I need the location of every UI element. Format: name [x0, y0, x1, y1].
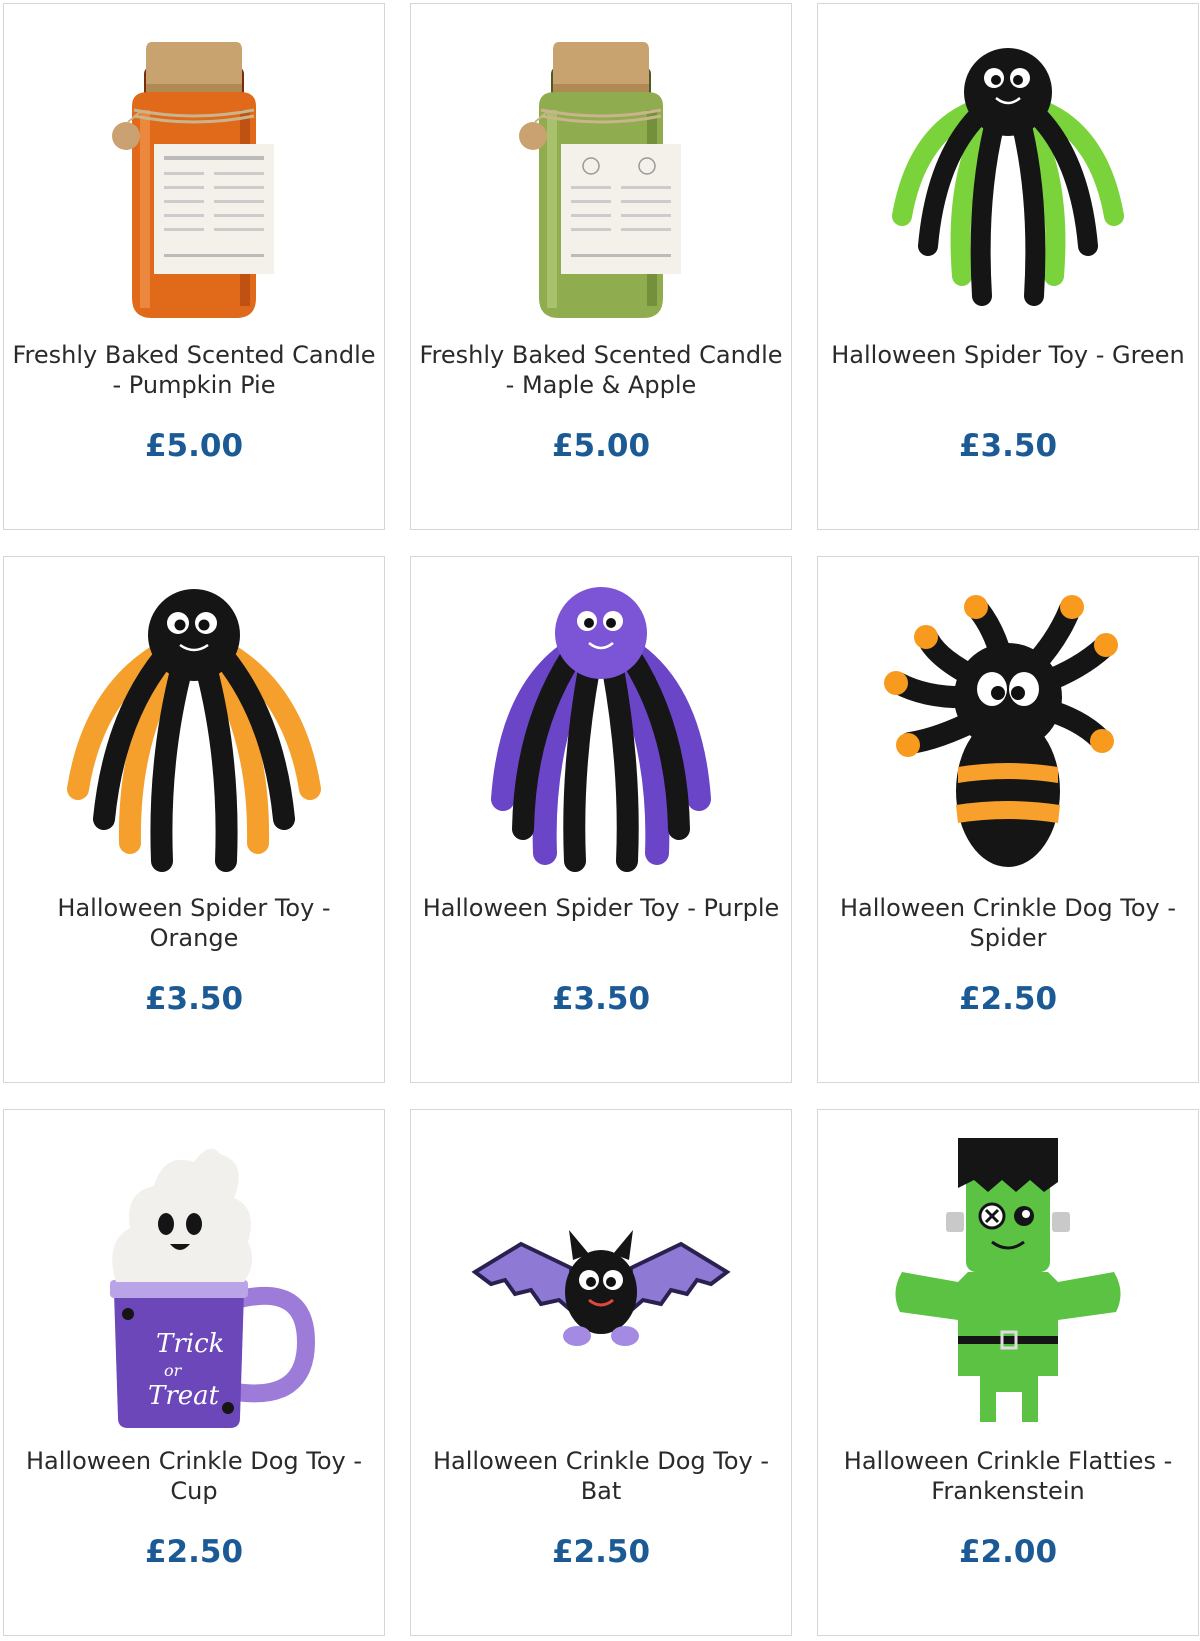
- product-title[interactable]: Halloween Spider Toy - Orange: [12, 893, 376, 953]
- product-card[interactable]: Trick or Treat Halloween Crinkle Dog Toy…: [3, 1109, 385, 1636]
- product-title[interactable]: Halloween Crinkle Dog Toy - Cup: [12, 1446, 376, 1506]
- product-price: £2.50: [144, 1534, 244, 1570]
- product-card[interactable]: Halloween Spider Toy - Green £3.50: [817, 3, 1199, 530]
- green-spider-toy-icon[interactable]: [858, 26, 1158, 326]
- orange-spider-toy-icon[interactable]: [44, 579, 344, 879]
- mug-text-trick: Trick: [156, 1329, 224, 1359]
- product-title[interactable]: Freshly Baked Scented Candle - Pumpkin P…: [12, 340, 376, 400]
- product-price: £3.50: [551, 981, 651, 1017]
- product-title[interactable]: Halloween Crinkle Flatties - Frankenstei…: [826, 1446, 1190, 1506]
- product-title[interactable]: Halloween Spider Toy - Green: [826, 340, 1190, 370]
- ghost-cup-toy-icon[interactable]: Trick or Treat: [44, 1132, 344, 1432]
- product-title[interactable]: Halloween Crinkle Dog Toy - Bat: [419, 1446, 783, 1506]
- product-grid: Freshly Baked Scented Candle - Pumpkin P…: [3, 3, 1199, 1636]
- product-price: £3.50: [144, 981, 244, 1017]
- product-card[interactable]: Freshly Baked Scented Candle - Pumpkin P…: [3, 3, 385, 530]
- product-title[interactable]: Halloween Crinkle Dog Toy - Spider: [826, 893, 1190, 953]
- purple-spider-toy-icon[interactable]: [451, 579, 751, 879]
- crinkle-spider-toy-icon[interactable]: [858, 579, 1158, 879]
- product-card[interactable]: Halloween Crinkle Dog Toy - Bat £2.50: [410, 1109, 792, 1636]
- product-price: £2.50: [958, 981, 1058, 1017]
- product-title[interactable]: Halloween Spider Toy - Purple: [419, 893, 783, 923]
- product-card[interactable]: Halloween Spider Toy - Purple £3.50: [410, 556, 792, 1083]
- product-title[interactable]: Freshly Baked Scented Candle - Maple & A…: [419, 340, 783, 400]
- product-card[interactable]: Halloween Crinkle Dog Toy - Spider £2.50: [817, 556, 1199, 1083]
- product-card[interactable]: Halloween Crinkle Flatties - Frankenstei…: [817, 1109, 1199, 1636]
- product-price: £2.50: [551, 1534, 651, 1570]
- frankenstein-toy-icon[interactable]: [858, 1132, 1158, 1432]
- product-price: £5.00: [551, 428, 651, 464]
- bat-toy-icon[interactable]: [451, 1132, 751, 1432]
- green-candle-jar-icon[interactable]: [451, 26, 751, 326]
- product-card[interactable]: Freshly Baked Scented Candle - Maple & A…: [410, 3, 792, 530]
- mug-text-or: or: [164, 1361, 183, 1380]
- orange-candle-jar-icon[interactable]: [44, 26, 344, 326]
- product-price: £2.00: [958, 1534, 1058, 1570]
- mug-text-treat: Treat: [148, 1381, 220, 1411]
- product-price: £5.00: [144, 428, 244, 464]
- product-card[interactable]: Halloween Spider Toy - Orange £3.50: [3, 556, 385, 1083]
- product-price: £3.50: [958, 428, 1058, 464]
